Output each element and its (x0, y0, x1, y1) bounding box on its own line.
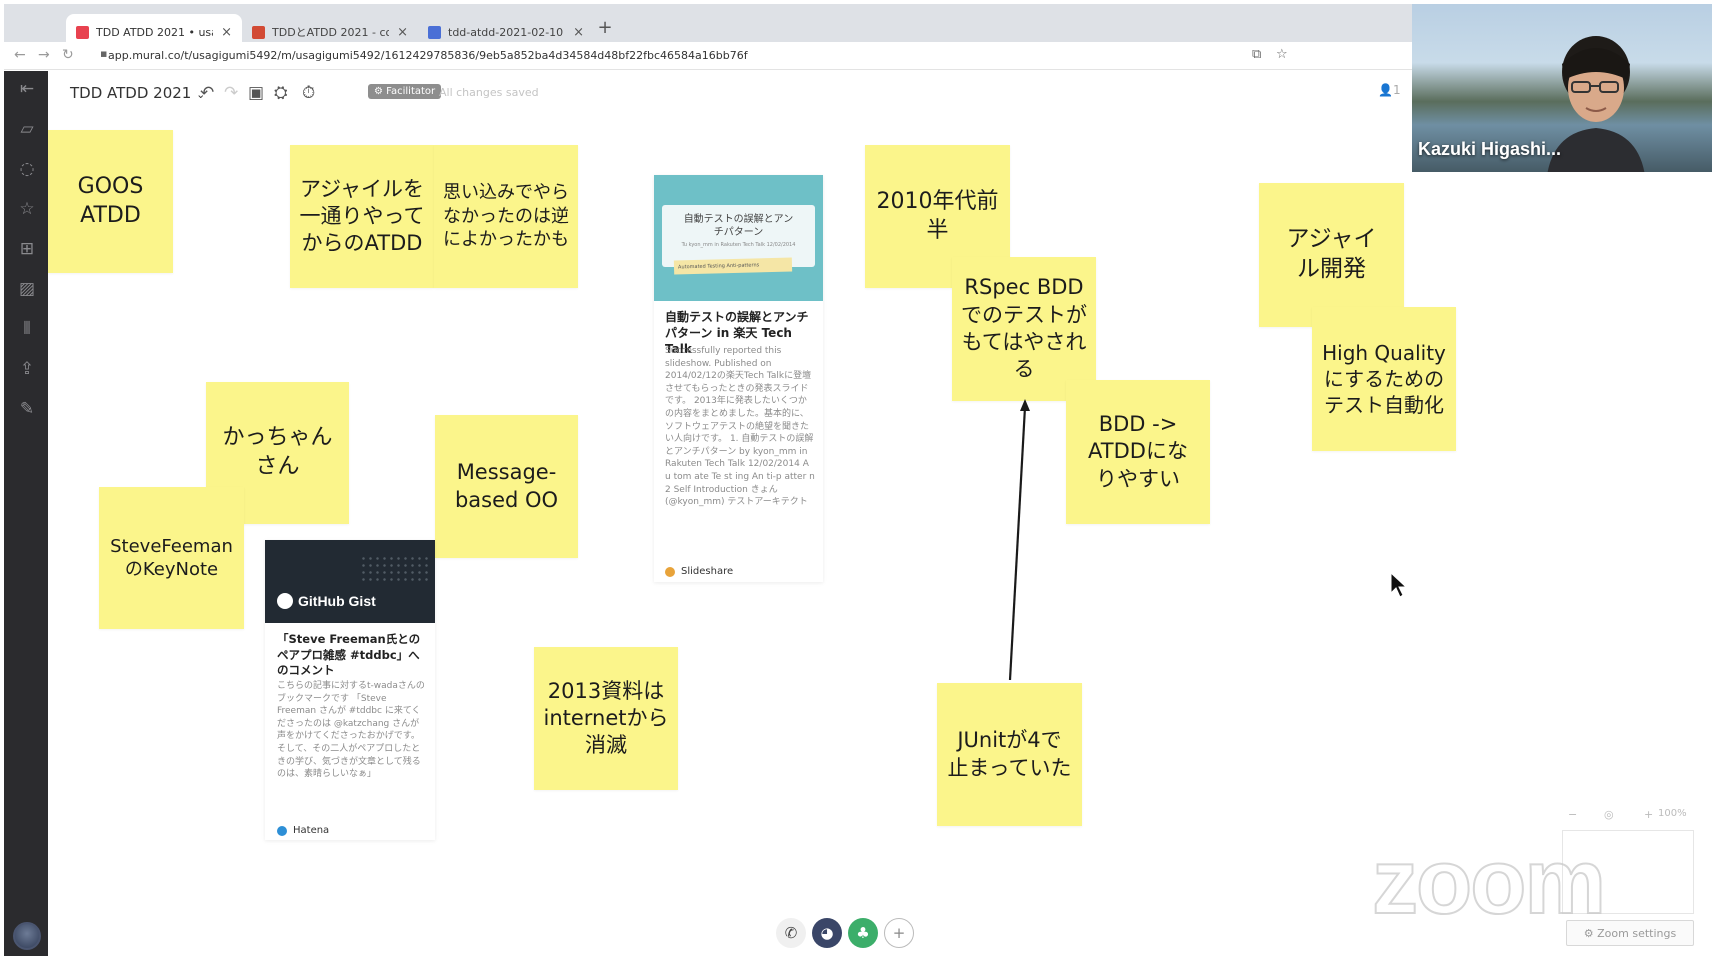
image-icon[interactable]: ▨ (17, 279, 37, 299)
card-source: Hatena (277, 825, 329, 836)
sticky-note[interactable]: High Qualityにするためのテスト自動化 (1312, 307, 1456, 451)
sticky-note[interactable]: GOOS ATDD (48, 130, 173, 273)
sticky-note[interactable]: アジャイルを一通りやってからのATDD (290, 145, 434, 288)
upload-icon[interactable]: ⇪ (17, 359, 37, 379)
pencil-icon[interactable]: ✎ (17, 399, 37, 419)
zoom-settings-button[interactable]: ⚙ Zoom settings (1566, 920, 1694, 946)
redo-icon[interactable]: ↷ (224, 83, 238, 103)
zoom-in-icon[interactable]: + (1644, 808, 1653, 821)
gist-banner: GitHub Gist (265, 540, 435, 623)
sticky-note[interactable]: JUnitが4で止まっていた (937, 683, 1082, 826)
bookmark-star-icon[interactable]: ☆ (1276, 47, 1288, 62)
library-icon[interactable]: ⦀ (17, 319, 37, 339)
address-bar: ← → ↻ ▪ app.mural.co/t/usagigumi5492/m/u… (4, 42, 1414, 70)
url-field[interactable]: app.mural.co/t/usagigumi5492/m/usagigumi… (108, 49, 748, 62)
phone-icon[interactable]: ✆ (776, 918, 806, 948)
comment-icon[interactable]: ◌ (17, 159, 37, 179)
reload-icon[interactable]: ↻ (62, 47, 74, 63)
sticky-note[interactable]: BDD -> ATDDになりやすい (1066, 380, 1210, 524)
forward-icon[interactable]: → (38, 47, 50, 63)
card-source: Slideshare (665, 566, 733, 577)
sticky-note[interactable]: SteveFeemanのKeyNote (99, 487, 244, 629)
undo-icon[interactable]: ↶ (200, 83, 214, 103)
participant-name: Kazuki Higashi... (1418, 139, 1562, 159)
zoom-out-icon[interactable]: − (1568, 808, 1577, 821)
lock-icon: ▪ (100, 47, 108, 60)
sticky-note[interactable]: アジャイル開発 (1259, 183, 1404, 327)
github-octocat-icon (277, 593, 293, 609)
new-tab-button[interactable]: + (594, 18, 616, 40)
sticky-note[interactable]: 2013資料はinternetから消滅 (534, 647, 678, 790)
translate-icon[interactable]: ⧉ (1252, 47, 1261, 62)
mural-sidebar: ⇤ ▱ ◌ ☆ ⊞ ▨ ⦀ ⇪ ✎ (4, 71, 48, 956)
collapse-sidebar-icon[interactable]: ⇤ (17, 79, 37, 99)
star-icon[interactable]: ☆ (17, 199, 37, 219)
user-count[interactable]: 👤1 (1378, 83, 1401, 97)
slide-thumbnail: 自動テストの誤解とアンチパターン Tu kyon_mm in Rakuten T… (654, 175, 823, 301)
close-icon[interactable]: × (221, 25, 232, 40)
tab-label: TDD ATDD 2021 • usagi-gumi (96, 25, 213, 39)
mural-favicon-icon (76, 25, 89, 39)
zoom-reset-icon[interactable]: ◎ (1604, 808, 1614, 821)
memo-favicon-icon (428, 25, 441, 39)
timer-icon[interactable]: ⏱ (302, 83, 315, 103)
avatar[interactable]: ◕ (812, 918, 842, 948)
private-mode-icon[interactable]: ⛭ (274, 83, 288, 103)
hatena-icon (277, 825, 287, 836)
link-card-gist[interactable]: GitHub Gist 「Steve Freeman氏とのペアプロ雑感 #tdd… (265, 540, 435, 840)
sticky-note[interactable]: 思い込みでやらなかったのは逆によかったかも (434, 145, 578, 288)
add-collaborator-button[interactable]: + (884, 918, 914, 948)
connpass-favicon-icon (252, 25, 265, 39)
tab-label: tdd-atdd-2021-02-10 - Mem (448, 25, 565, 39)
tab-label: TDDとATDD 2021 - connpass (272, 26, 390, 39)
grid-icon[interactable]: ⊞ (17, 239, 37, 259)
webcam-video: Kazuki Higashi... (1412, 4, 1712, 172)
mural-toolbar: TDD ATDD 2021 ⌄ ↶ ↷ ▣ ⛭ ⏱ ⚙ Facilitator … (48, 71, 1414, 117)
zoom-level: 100% (1658, 808, 1687, 819)
outline-icon[interactable]: ▣ (248, 83, 264, 103)
link-card-slideshare[interactable]: 自動テストの誤解とアンチパターン Tu kyon_mm in Rakuten T… (654, 175, 823, 582)
avatar[interactable] (13, 922, 41, 950)
facilitator-badge[interactable]: ⚙ Facilitator (368, 84, 442, 99)
sticky-note-icon[interactable]: ▱ (17, 119, 37, 139)
close-icon[interactable]: × (397, 25, 408, 40)
card-description: Successfully reported this slideshow. Pu… (665, 346, 815, 508)
connector-arrow[interactable] (998, 397, 1038, 687)
mouse-cursor-icon (1390, 572, 1408, 598)
mural-title[interactable]: TDD ATDD 2021 ⌄ (70, 84, 205, 102)
card-description: こちらの記事に対するt-wadaさんのブックマークです 「Steve Freem… (277, 681, 425, 780)
slideshare-icon (665, 566, 675, 577)
close-icon[interactable]: × (573, 25, 584, 40)
card-title: 「Steve Freeman氏とのペアプロ雑感 #tddbc」へのコメント (277, 632, 421, 678)
avatar[interactable]: ♣ (848, 918, 878, 948)
save-status: All changes saved (439, 86, 539, 99)
sticky-note[interactable]: Message-based OO (435, 415, 578, 558)
back-icon[interactable]: ← (14, 47, 26, 63)
